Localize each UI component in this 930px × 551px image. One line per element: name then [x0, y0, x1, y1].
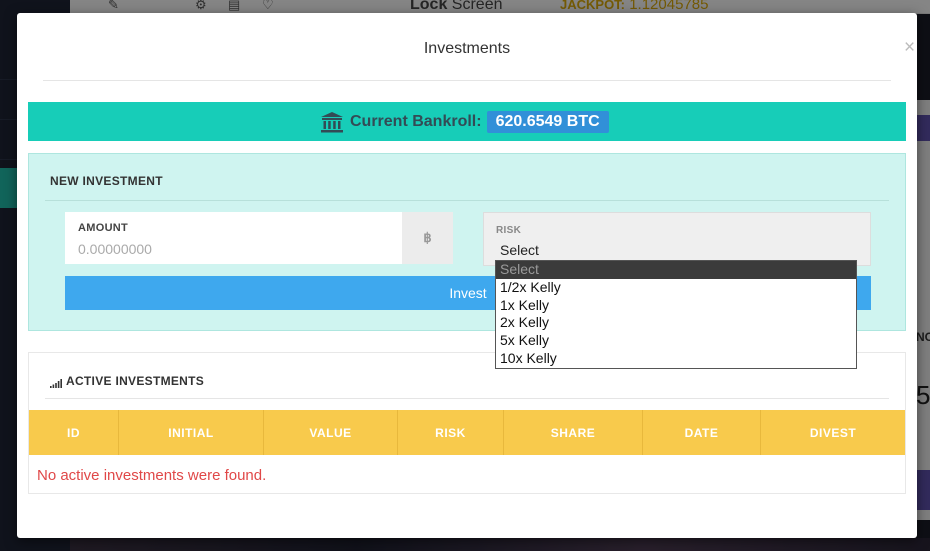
risk-option-2x-kelly[interactable]: 2x Kelly: [496, 314, 856, 332]
new-investment-title: NEW INVESTMENT: [50, 174, 163, 188]
column-header-value[interactable]: VALUE: [264, 410, 398, 455]
column-header-divest[interactable]: DIVEST: [761, 410, 905, 455]
bankroll-bar: Current Bankroll: 620.6549 BTC: [28, 102, 906, 141]
empty-state-message: No active investments were found.: [37, 467, 267, 484]
amount-field-group: AMOUNT: [65, 212, 402, 264]
risk-option-half-kelly[interactable]: 1/2x Kelly: [496, 279, 856, 297]
active-investments-label: ACTIVE INVESTMENTS: [66, 374, 205, 388]
bank-icon: [321, 112, 343, 133]
risk-option-select[interactable]: Select: [496, 261, 856, 279]
column-header-risk[interactable]: RISK: [398, 410, 504, 455]
column-header-share[interactable]: SHARE: [504, 410, 643, 455]
risk-select[interactable]: RISK Select: [483, 212, 871, 266]
risk-option-10x-kelly[interactable]: 10x Kelly: [496, 350, 856, 368]
risk-label: RISK: [496, 225, 522, 236]
active-investments-title: ACTIVE INVESTMENTS: [50, 374, 204, 388]
bankroll-info: Current Bankroll: 620.6549 BTC: [320, 111, 609, 133]
bitcoin-icon: ฿: [402, 212, 453, 264]
investments-table-header: ID INITIAL VALUE RISK SHARE DATE DIVEST: [29, 410, 905, 455]
column-header-initial[interactable]: INITIAL: [119, 410, 264, 455]
modal-header: Investments ×: [43, 13, 915, 81]
risk-dropdown-list: Select 1/2x Kelly 1x Kelly 2x Kelly 5x K…: [495, 260, 857, 369]
modal-title: Investments: [423, 40, 511, 57]
risk-selected-value: Select: [500, 242, 539, 258]
risk-option-1x-kelly[interactable]: 1x Kelly: [496, 297, 856, 315]
amount-input[interactable]: [78, 240, 388, 258]
column-header-date[interactable]: DATE: [643, 410, 761, 455]
active-investments-panel: ACTIVE INVESTMENTS ID INITIAL VALUE RISK…: [28, 352, 906, 494]
bankroll-label: Current Bankroll:: [350, 113, 482, 130]
signal-bars-icon: [50, 379, 62, 388]
close-button[interactable]: ×: [904, 38, 915, 57]
amount-label: AMOUNT: [78, 222, 129, 234]
column-header-id[interactable]: ID: [29, 410, 119, 455]
divider: [45, 398, 889, 399]
risk-option-5x-kelly[interactable]: 5x Kelly: [496, 332, 856, 350]
bankroll-value-badge: 620.6549 BTC: [486, 111, 609, 133]
divider: [45, 200, 889, 201]
